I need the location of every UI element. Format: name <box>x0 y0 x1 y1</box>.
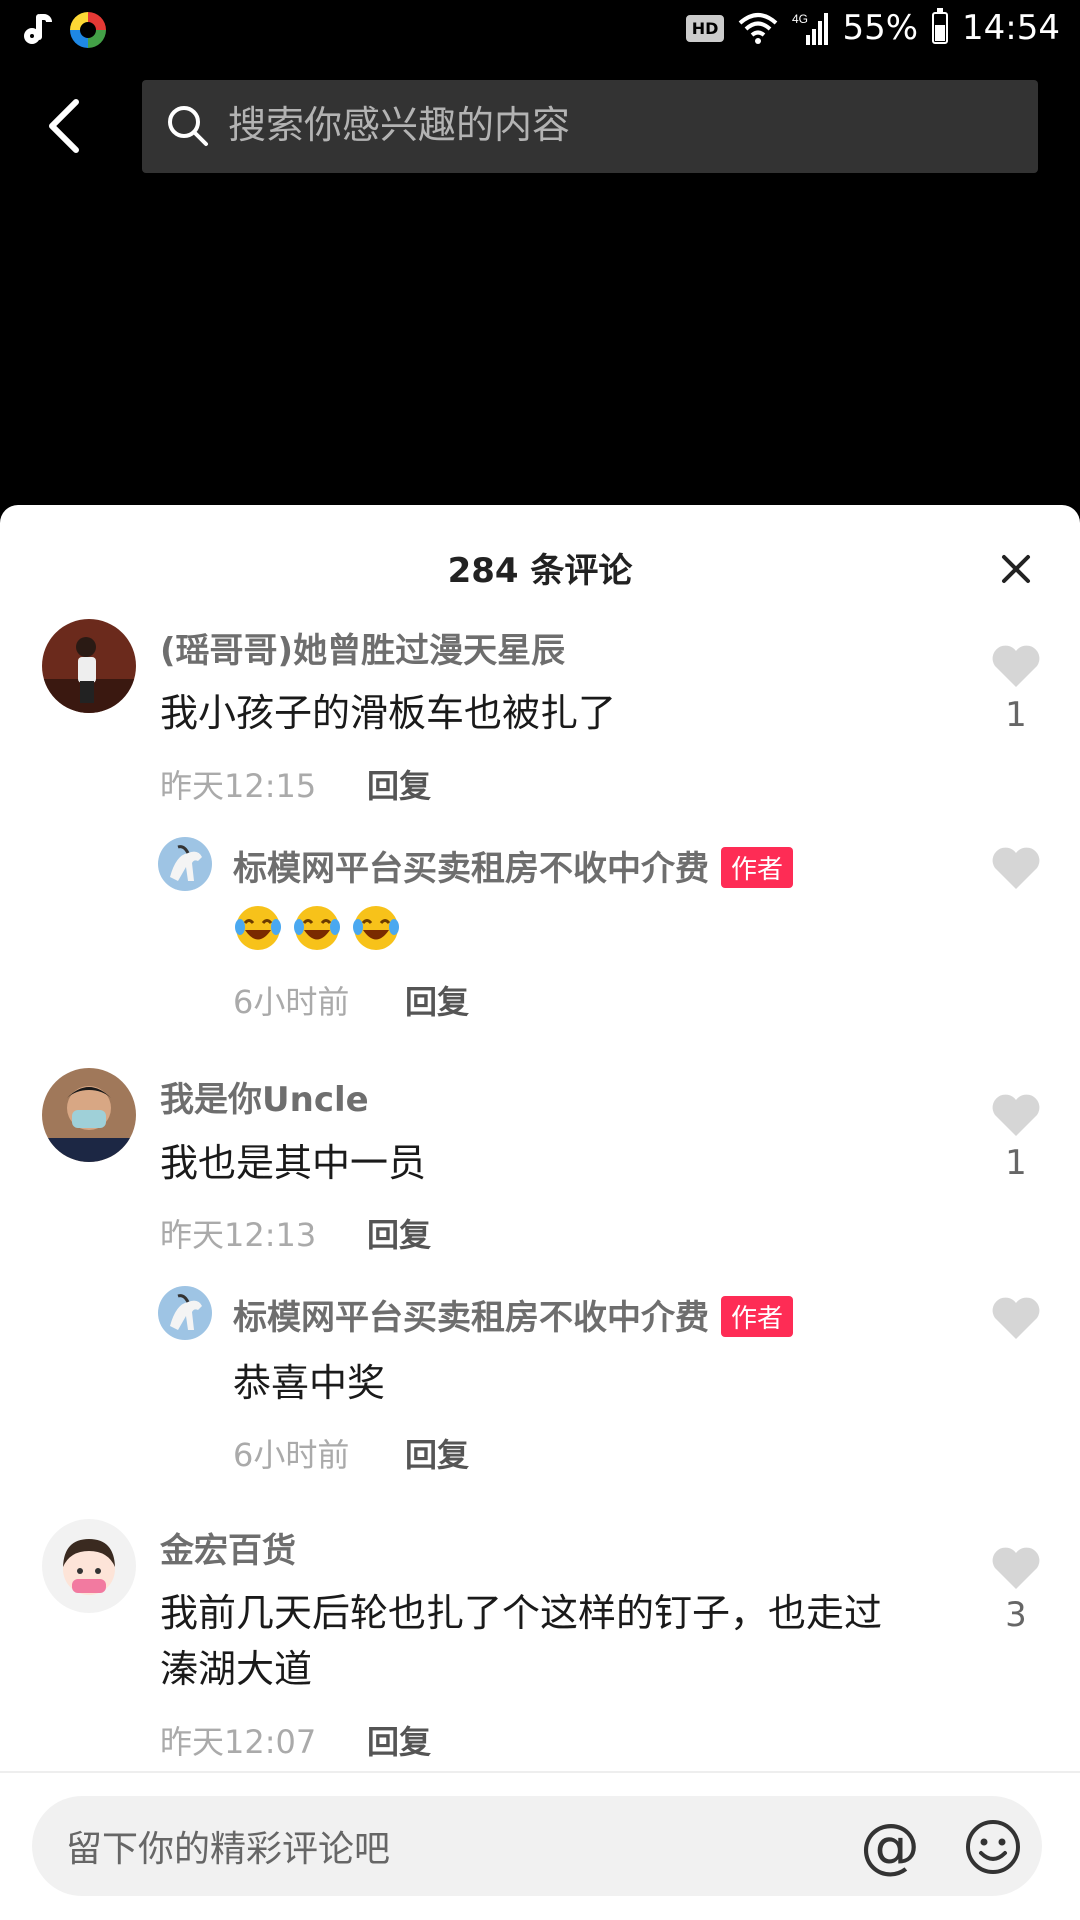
reply-username-text[interactable]: 标模网平台买卖租房不收中介费 <box>233 849 709 889</box>
reply-time: 6小时前 <box>233 1436 350 1474</box>
like-count: 3 <box>1005 1595 1027 1635</box>
clock: 14:54 <box>962 8 1060 48</box>
back-button[interactable] <box>40 96 90 156</box>
tiktok-notification-icon <box>20 12 56 48</box>
network-type-label: 4G <box>792 12 808 26</box>
comment-username[interactable]: 金宏百货 <box>160 1523 296 1572</box>
reply-button[interactable]: 回复 <box>367 1210 431 1256</box>
search-icon <box>168 106 208 146</box>
reply-button[interactable]: 回复 <box>405 1430 469 1476</box>
like-count: 1 <box>1005 1143 1027 1183</box>
comments-count-title: 284 条评论 <box>447 551 633 591</box>
close-icon[interactable] <box>996 549 1036 589</box>
input-divider <box>0 1771 1080 1773</box>
laughing-tears-emoji-icon <box>235 906 281 950</box>
reply-username: 标模网平台买卖租房不收中介费 作者 <box>233 1290 794 1340</box>
reply-text: 恭喜中奖 <box>233 1361 386 1405</box>
avatar[interactable] <box>42 1519 136 1613</box>
battery-percent: 55% <box>842 8 919 48</box>
comment-time: 昨天12:07 <box>160 1723 317 1761</box>
status-bar: HD 4G 55% 14:54 <box>0 0 1080 64</box>
comment-username[interactable]: 我是你Uncle <box>160 1072 369 1121</box>
reply-username: 标模网平台买卖租房不收中介费 作者 <box>233 841 794 891</box>
comment-input[interactable]: 留下你的精彩评论吧 @ <box>32 1796 1042 1896</box>
reply-emojis <box>233 903 405 957</box>
laughing-tears-emoji-icon <box>353 906 400 950</box>
search-input[interactable]: 搜索你感兴趣的内容 <box>142 80 1038 173</box>
emoji-picker-icon[interactable] <box>964 1818 1022 1876</box>
reply-username-text[interactable]: 标模网平台买卖租房不收中介费 <box>233 1298 709 1338</box>
comment-time: 昨天12:13 <box>160 1216 317 1254</box>
reply-time: 6小时前 <box>233 983 350 1021</box>
avatar[interactable] <box>158 1286 212 1340</box>
avatar[interactable] <box>158 837 212 891</box>
signal-icon: 4G <box>792 12 829 45</box>
wifi-icon <box>739 13 778 44</box>
app-notification-icon <box>70 12 106 48</box>
author-badge: 作者 <box>721 1296 794 1337</box>
avatar[interactable] <box>42 619 136 713</box>
comment-username[interactable]: (瑶哥哥)她曾胜过漫天星辰 <box>160 623 565 672</box>
comment-time: 昨天12:15 <box>160 767 317 805</box>
heart-icon[interactable] <box>990 1092 1042 1138</box>
avatar[interactable] <box>42 1068 136 1162</box>
heart-icon[interactable] <box>990 1545 1042 1591</box>
battery-icon <box>932 8 949 44</box>
comment-text: 我小孩子的滑板车也被扎了 <box>160 691 617 735</box>
hd-indicator: HD <box>685 14 725 42</box>
laughing-tears-emoji-icon <box>294 906 341 950</box>
reply-button[interactable]: 回复 <box>367 761 431 807</box>
comments-sheet: 284 条评论 (瑶哥哥)她曾胜过漫天星辰 我小孩子的滑板车也被扎了 昨天12:… <box>0 505 1080 1920</box>
heart-icon[interactable] <box>990 1295 1042 1341</box>
heart-icon[interactable] <box>990 643 1042 689</box>
reply-button[interactable]: 回复 <box>367 1717 431 1763</box>
comment-text: 我也是其中一员 <box>160 1141 427 1185</box>
heart-icon[interactable] <box>990 845 1042 891</box>
mention-button[interactable]: @ <box>860 1814 920 1878</box>
like-count: 1 <box>1005 695 1027 735</box>
author-badge: 作者 <box>721 847 794 888</box>
comment-input-placeholder: 留下你的精彩评论吧 <box>66 1829 391 1870</box>
comment-text: 我前几天后轮也扎了个这样的钉子，也走过 <box>160 1591 883 1635</box>
reply-button[interactable]: 回复 <box>405 977 469 1023</box>
search-placeholder: 搜索你感兴趣的内容 <box>228 103 571 147</box>
comment-text-line-2: 溱湖大道 <box>160 1647 313 1691</box>
